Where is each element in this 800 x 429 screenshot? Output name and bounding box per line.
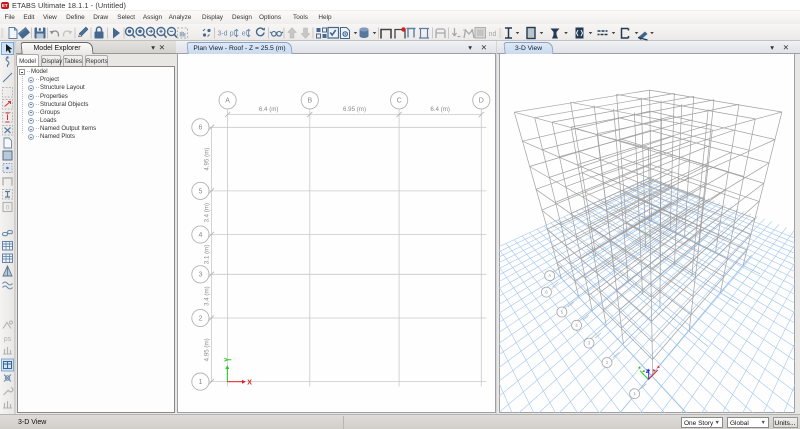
svg-text:6.95 (m): 6.95 (m) bbox=[343, 106, 366, 113]
svg-text:D: D bbox=[479, 98, 484, 105]
svg-text:A: A bbox=[225, 98, 230, 105]
svg-text:4: 4 bbox=[198, 232, 202, 239]
svg-text:C: C bbox=[397, 98, 402, 105]
svg-text:6.4 (m): 6.4 (m) bbox=[259, 106, 279, 113]
svg-text:4.95 (m): 4.95 (m) bbox=[203, 148, 210, 171]
svg-text:6: 6 bbox=[198, 125, 202, 132]
svg-text:X: X bbox=[247, 380, 252, 387]
svg-text:pl: pl bbox=[230, 31, 236, 38]
svg-text:5: 5 bbox=[198, 188, 202, 195]
svg-text:3.1 (m): 3.1 (m) bbox=[203, 245, 210, 265]
svg-text:A: A bbox=[548, 273, 551, 278]
svg-text:6.4 (m): 6.4 (m) bbox=[430, 106, 450, 113]
svg-text:4.95 (m): 4.95 (m) bbox=[203, 338, 210, 361]
svg-text:3.4 (m): 3.4 (m) bbox=[203, 203, 210, 223]
svg-text:3-d: 3-d bbox=[217, 31, 227, 38]
svg-text:2: 2 bbox=[198, 315, 202, 322]
svg-text:nd: nd bbox=[489, 31, 497, 38]
svg-text:0: 0 bbox=[6, 205, 10, 212]
svg-text:3.4 (m): 3.4 (m) bbox=[203, 286, 210, 306]
svg-text:3: 3 bbox=[198, 272, 202, 279]
svg-text:1: 1 bbox=[198, 379, 202, 386]
svg-text:z: z bbox=[646, 369, 649, 375]
svg-text:el: el bbox=[242, 31, 248, 38]
svg-text:B: B bbox=[307, 98, 312, 105]
svg-text:ps: ps bbox=[4, 336, 12, 343]
